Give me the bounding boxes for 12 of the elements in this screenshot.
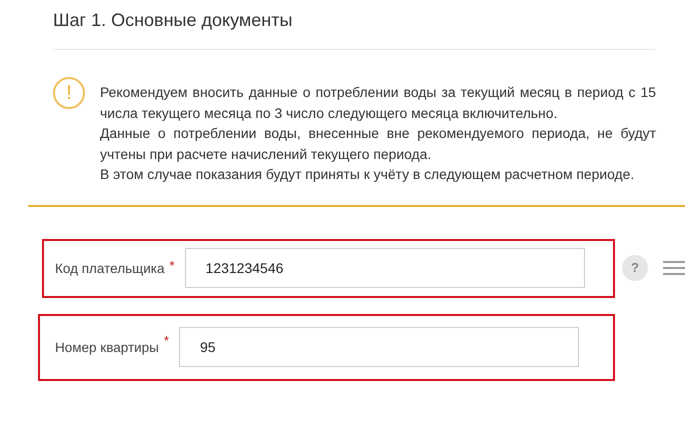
page-title: Шаг 1. Основные документы [53,9,294,32]
field-label: Номер квартиры [55,340,159,354]
notice-text: Данные о потреблении воды, внесенные вне рекомендуемого периода, не будут учтены при расчете начислений текущего периода. [100,124,656,164]
input-field[interactable]: 1231234546 [184,248,585,288]
warning-icon: ! [53,77,85,109]
notice-text: В этом случае показания будут приняты к учёту в следующем расчетном периоде. [100,165,636,184]
notice-text: Рекомендуем вносить данные о потреблении воды за текущий месяц в период с 15 числа текущего месяца по 3 число следующего месяца включительно. [100,83,656,123]
required-mark: * [164,332,169,348]
menu-icon[interactable] [663,260,685,276]
input-field[interactable]: 95 [178,327,579,367]
field-label: Код плательщика [55,260,164,276]
required-mark: * [169,258,175,272]
